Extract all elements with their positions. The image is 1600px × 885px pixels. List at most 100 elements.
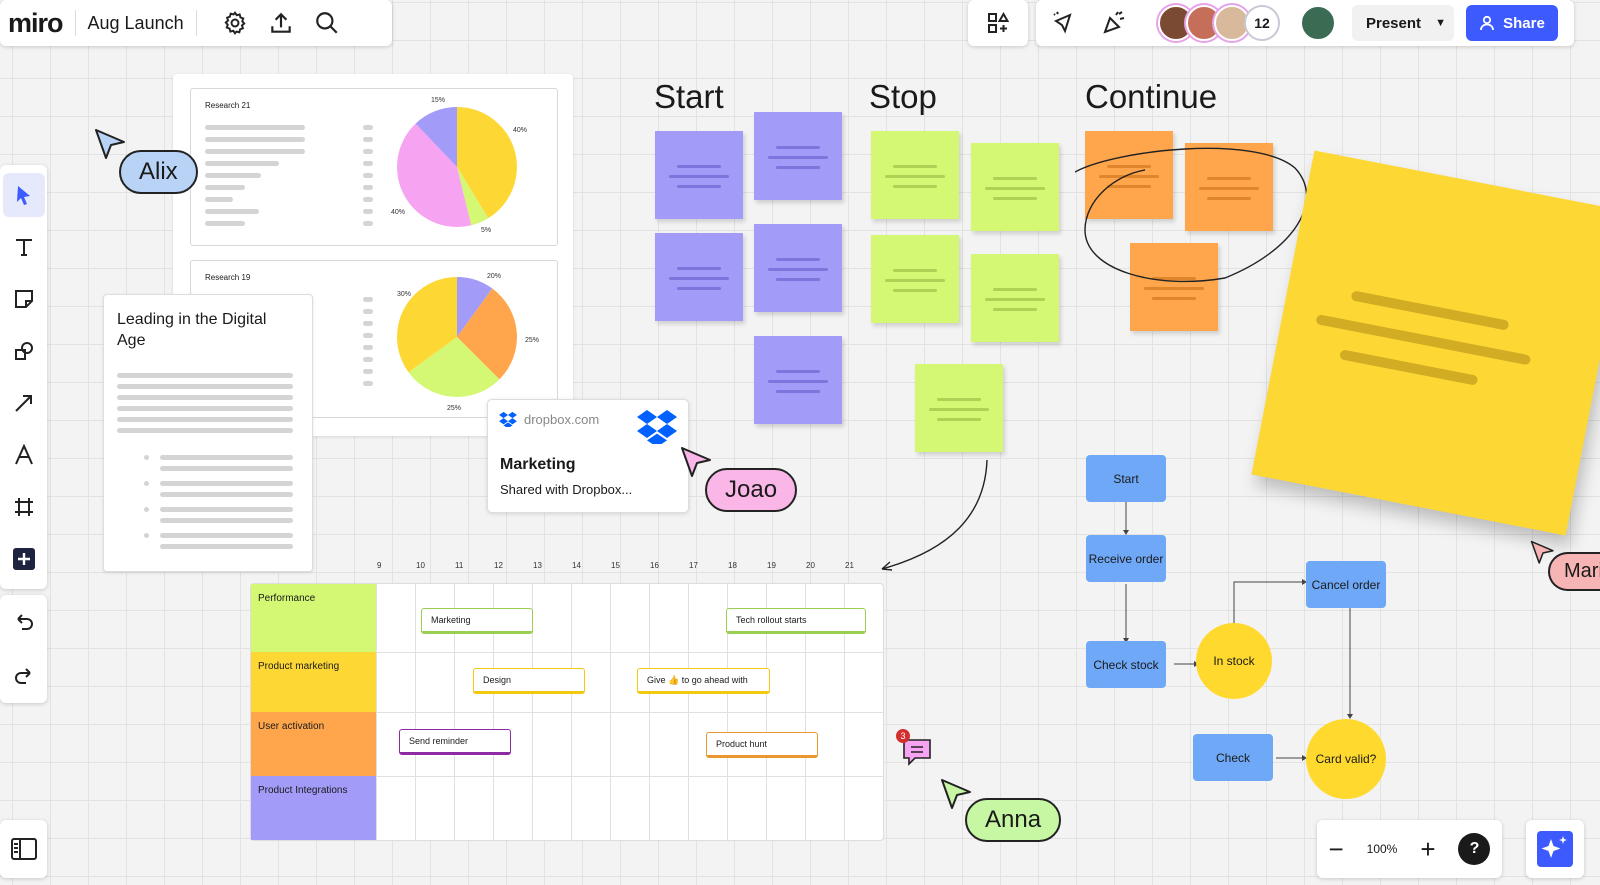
comment-thread[interactable]: 3 — [896, 729, 933, 766]
sticky-note[interactable] — [871, 235, 959, 323]
sticky-note[interactable] — [871, 131, 959, 219]
zoom-in-icon[interactable]: + — [1420, 834, 1435, 865]
retro-column-start-title: Start — [654, 78, 724, 115]
sticky-note[interactable] — [754, 336, 842, 424]
flow-node-start[interactable]: Start — [1086, 455, 1166, 502]
row-label: User activation — [258, 721, 325, 732]
sticky-line — [768, 268, 828, 271]
timeline-tick: 11 — [455, 561, 464, 570]
timeline-tick: 12 — [494, 561, 503, 570]
flow-node-card-valid[interactable]: Card valid? — [1306, 719, 1386, 799]
zoom-level[interactable]: 100% — [1367, 842, 1398, 856]
sticky-line — [768, 380, 828, 383]
timeline-tick: 10 — [416, 561, 425, 570]
add-more-icon[interactable] — [3, 537, 45, 581]
gear-icon[interactable] — [215, 3, 255, 43]
sticky-line — [776, 166, 820, 169]
board-title[interactable]: Aug Launch — [88, 13, 184, 34]
flow-node-receive-order[interactable]: Receive order — [1086, 535, 1166, 582]
pie-label: 5% — [481, 227, 492, 234]
apps-icon[interactable] — [968, 0, 1028, 46]
joao-cursor-icon — [681, 447, 711, 477]
dropbox-link-card[interactable]: dropbox.com Marketing Shared with Dropbo… — [487, 399, 689, 513]
frame-tool-icon[interactable] — [3, 485, 45, 529]
present-button[interactable]: Present ▼ — [1352, 5, 1454, 41]
select-tool-icon[interactable] — [2, 173, 45, 217]
divider — [195, 10, 197, 36]
cursor-label-anna: Anna — [965, 798, 1062, 842]
document-card[interactable]: Leading in the Digital Age — [103, 294, 313, 572]
connector-arrow — [881, 459, 988, 571]
timeline-tick: 19 — [767, 561, 776, 570]
timeline-card[interactable]: Marketing — [421, 608, 533, 634]
dropbox-domain: dropbox.com — [524, 412, 600, 427]
research-card[interactable]: Research 21 15% 40% 40% 5% — [190, 88, 558, 246]
ai-assist-button[interactable] — [1526, 820, 1584, 878]
dropbox-small-icon — [499, 411, 517, 427]
sticky-note[interactable] — [971, 143, 1059, 231]
search-icon[interactable] — [307, 3, 347, 43]
undo-icon[interactable] — [13, 613, 35, 631]
timeline-tick: 14 — [572, 561, 581, 570]
redo-icon[interactable] — [13, 667, 35, 685]
user-icon — [1480, 15, 1495, 31]
timeline-card[interactable]: Product hunt — [706, 732, 818, 758]
cursor-visibility-icon[interactable] — [1046, 11, 1086, 35]
sticky-line — [669, 277, 729, 280]
timeline-card[interactable]: Send reminder — [399, 729, 511, 755]
share-button[interactable]: Share — [1466, 5, 1558, 41]
sticky-line — [993, 177, 1037, 180]
timeline-card[interactable]: Tech rollout starts — [726, 608, 866, 634]
timeline-tick: 20 — [806, 561, 815, 570]
sticky-line — [893, 185, 937, 188]
timeline-tick: 13 — [533, 561, 542, 570]
sticky-note[interactable] — [971, 254, 1059, 342]
board-panel-toggle[interactable] — [0, 820, 47, 878]
sticky-note[interactable] — [754, 224, 842, 312]
text-tool-icon[interactable] — [3, 225, 45, 269]
sticky-line — [776, 370, 820, 373]
avatar-stack: 12 — [1158, 5, 1280, 41]
sticky-note[interactable] — [655, 233, 743, 321]
pen-tool-icon[interactable] — [3, 433, 45, 477]
reactions-icon[interactable] — [1094, 10, 1134, 36]
row-label: Performance — [258, 593, 316, 604]
sticky-line — [1152, 297, 1196, 300]
timeline-tick: 15 — [611, 561, 620, 570]
upload-icon[interactable] — [261, 3, 301, 43]
sticky-note[interactable] — [655, 131, 743, 219]
shapes-tool-icon[interactable] — [3, 329, 45, 373]
chevron-down-icon[interactable]: ▼ — [1435, 17, 1446, 29]
avatar-overflow-count[interactable]: 12 — [1244, 5, 1280, 41]
timeline-tick: 21 — [845, 561, 854, 570]
pie-chart — [397, 277, 517, 397]
share-label: Share — [1503, 14, 1545, 32]
timeline-card[interactable]: Give 👍 to go ahead with — [637, 668, 770, 694]
zoom-out-icon[interactable]: − — [1328, 834, 1343, 865]
sticky-line — [885, 279, 945, 282]
sticky-note[interactable] — [754, 112, 842, 200]
miro-logo[interactable]: miro — [8, 8, 64, 39]
sticky-note[interactable] — [915, 364, 1003, 452]
pie-label: 30% — [397, 291, 412, 298]
alix-cursor-icon — [95, 129, 125, 159]
help-button[interactable]: ? — [1458, 833, 1491, 865]
left-toolbar — [0, 165, 47, 589]
sticky-line — [937, 398, 981, 401]
timeline-row: Product Integrations — [251, 776, 376, 840]
flow-node-check[interactable]: Check — [1193, 734, 1273, 781]
sticky-line — [985, 298, 1045, 301]
sticky-note-tool-icon[interactable] — [3, 277, 45, 321]
grid-line — [376, 652, 883, 653]
sticky-line — [677, 185, 721, 188]
my-avatar[interactable] — [1300, 5, 1336, 41]
sticky-line — [776, 390, 820, 393]
flow-node-cancel-order[interactable]: Cancel order — [1306, 561, 1386, 608]
flow-node-check-stock[interactable]: Check stock — [1086, 641, 1166, 688]
flow-node-in-stock[interactable]: In stock — [1196, 623, 1272, 699]
timeline[interactable]: Performance Product marketing User activ… — [250, 583, 884, 841]
research-title: Research 21 — [205, 101, 251, 110]
arrow-tool-icon[interactable] — [3, 381, 45, 425]
timeline-card[interactable]: Design — [473, 668, 585, 694]
grid-line — [376, 712, 883, 713]
